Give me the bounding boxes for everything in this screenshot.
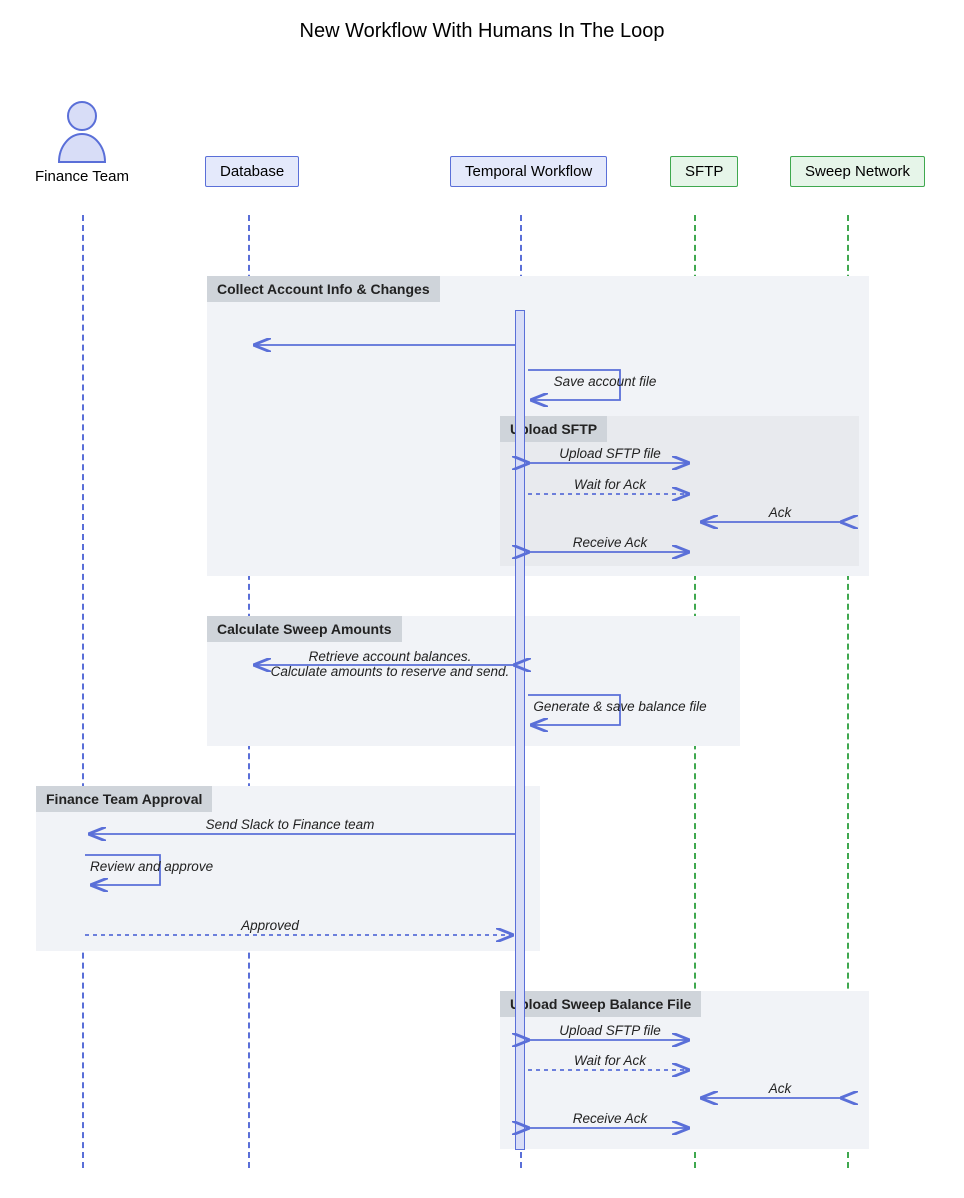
msg-ack-1: Ack	[750, 505, 810, 520]
group-collect-label: Collect Account Info & Changes	[207, 276, 440, 302]
msg-wait-ack-2: Wait for Ack	[555, 1053, 665, 1068]
msg-ack-2: Ack	[750, 1081, 810, 1096]
participant-database: Database	[205, 156, 299, 187]
activation-temporal	[515, 310, 525, 1150]
msg-wait-ack-1: Wait for Ack	[555, 477, 665, 492]
group-calc-sweep: Calculate Sweep Amounts	[207, 616, 740, 746]
participant-sweep: Sweep Network	[790, 156, 925, 187]
msg-upload-sftp-file-2: Upload SFTP file	[540, 1023, 680, 1038]
participant-sftp: SFTP	[670, 156, 738, 187]
sequence-diagram: New Workflow With Humans In The Loop Col…	[0, 0, 964, 1198]
msg-gen-balance-file: Generate & save balance file	[520, 699, 720, 714]
lifeline-finance-team	[82, 215, 84, 1168]
msg-receive-ack-1: Receive Ack	[555, 535, 665, 550]
msg-upload-sftp-file-1: Upload SFTP file	[540, 446, 680, 461]
msg-receive-ack-2: Receive Ack	[555, 1111, 665, 1126]
msg-review-approve: Review and approve	[90, 859, 270, 874]
actor-finance-team-label: Finance Team	[32, 168, 132, 185]
group-upload-sftp-inner: Upload SFTP	[500, 416, 859, 566]
msg-retrieve-balances: Retrieve account balances. Calculate amo…	[260, 649, 520, 679]
msg-send-slack: Send Slack to Finance team	[140, 817, 440, 832]
actor-finance-team: Finance Team	[32, 100, 132, 185]
group-calc-sweep-label: Calculate Sweep Amounts	[207, 616, 402, 642]
group-upload-balance-label: Upload Sweep Balance File	[500, 991, 701, 1017]
participant-temporal: Temporal Workflow	[450, 156, 607, 187]
msg-approved: Approved	[200, 918, 340, 933]
group-approval-label: Finance Team Approval	[36, 786, 212, 812]
diagram-title: New Workflow With Humans In The Loop	[0, 0, 964, 43]
msg-save-account-file: Save account file	[530, 374, 680, 389]
person-icon	[55, 100, 109, 164]
